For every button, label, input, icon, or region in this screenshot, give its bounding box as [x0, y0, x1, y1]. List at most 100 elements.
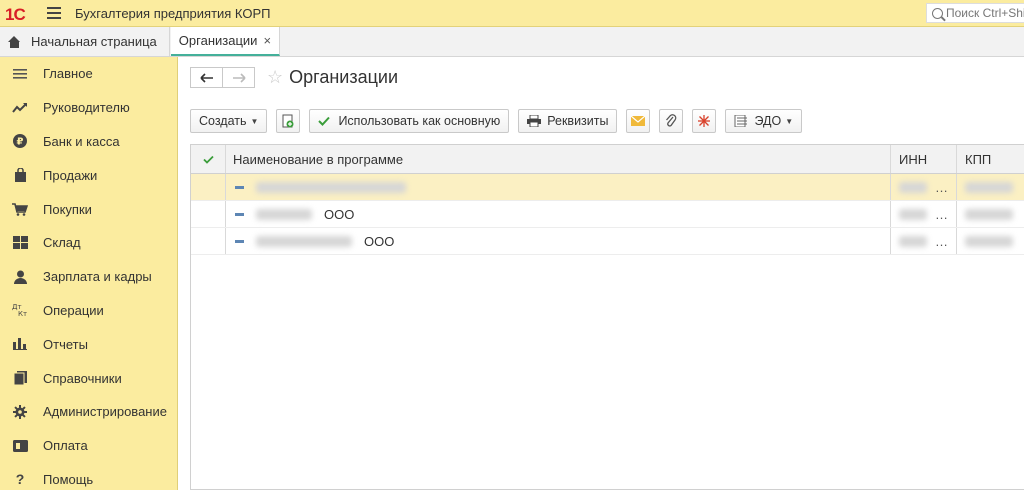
- sidebar-item-purchases[interactable]: Покупки: [0, 192, 177, 226]
- redacted-inn: [899, 181, 927, 193]
- organizations-table: Наименование в программе ИНН КПП … ООО ……: [190, 144, 1024, 490]
- sidebar-item-label: Банк и касса: [43, 133, 120, 149]
- forward-button[interactable]: [222, 67, 255, 88]
- sidebar-item-directories[interactable]: Справочники: [0, 361, 177, 395]
- sidebar-item-admin[interactable]: Администрирование: [0, 395, 177, 429]
- header-check-column[interactable]: [191, 145, 226, 173]
- back-button[interactable]: [190, 67, 223, 88]
- redacted-inn: [899, 208, 927, 220]
- printer-icon: [527, 115, 542, 127]
- inn-ellipsis: …: [935, 179, 948, 195]
- sidebar-item-sales[interactable]: Продажи: [0, 158, 177, 192]
- item-marker-icon: [235, 239, 244, 243]
- sidebar-item-payment[interactable]: Оплата: [0, 429, 177, 463]
- sidebar-item-label: Отчеты: [43, 336, 88, 352]
- inn-ellipsis: …: [935, 206, 948, 222]
- search-icon: [932, 7, 943, 19]
- use-as-main-button[interactable]: Использовать как основную: [309, 109, 510, 133]
- sidebar-item-main[interactable]: Главное: [0, 57, 177, 91]
- paperclip-icon: [666, 114, 677, 127]
- page-title: Организации: [289, 67, 399, 87]
- email-button[interactable]: [626, 109, 651, 133]
- redacted-name: [256, 235, 352, 247]
- sidebar-item-label: Продажи: [43, 167, 98, 183]
- tab-organizations-label: Организации: [178, 33, 258, 48]
- edo-label: ЭДО: [754, 114, 782, 128]
- add-document-icon: [282, 114, 294, 128]
- search-input[interactable]: Поиск Ctrl+Shift+F: [926, 3, 1024, 23]
- requisites-label: Реквизиты: [547, 114, 609, 128]
- svg-text:Кт: Кт: [18, 310, 27, 317]
- row-check-cell: [191, 201, 226, 227]
- table-row[interactable]: ООО …: [191, 228, 1024, 255]
- sidebar-item-salary[interactable]: Зарплата и кадры: [0, 260, 177, 294]
- row-name-cell: [226, 174, 891, 200]
- gear-icon: [12, 404, 28, 420]
- app-title: Бухгалтерия предприятия КОРП: [75, 5, 271, 21]
- sidebar-item-label: Руководителю: [43, 100, 130, 116]
- create-label: Создать: [199, 114, 247, 128]
- arrow-left-icon: [199, 72, 213, 83]
- ruble-icon: ₽: [12, 133, 28, 149]
- structure-icon: [698, 115, 711, 127]
- checkmark-icon: [318, 116, 331, 126]
- use-as-main-label: Использовать как основную: [338, 114, 501, 128]
- main-content: ☆ Организации Создать ▼ Использовать как…: [190, 57, 1024, 490]
- requisites-button[interactable]: Реквизиты: [518, 109, 618, 133]
- item-marker-icon: [235, 185, 244, 189]
- sidebar-item-label: Операции: [43, 302, 104, 318]
- sidebar-item-label: Оплата: [43, 438, 88, 454]
- payment-icon: [12, 438, 28, 454]
- header-kpp[interactable]: КПП: [957, 145, 1024, 173]
- favorite-star-icon[interactable]: ☆: [267, 67, 283, 88]
- sidebar-item-manager[interactable]: Руководителю: [0, 91, 177, 125]
- row-check-cell: [191, 228, 226, 254]
- sidebar-item-reports[interactable]: Отчеты: [0, 327, 177, 361]
- toolbar: Создать ▼ Использовать как основную Рекв…: [190, 109, 811, 133]
- header-name[interactable]: Наименование в программе: [226, 145, 891, 173]
- table-header: Наименование в программе ИНН КПП: [191, 145, 1024, 174]
- sidebar-item-bank[interactable]: ₽ Банк и касса: [0, 125, 177, 159]
- checkmark-icon: [202, 155, 214, 164]
- row-name-cell: ООО: [226, 228, 891, 254]
- tab-home-label: Начальная страница: [31, 34, 157, 49]
- redacted-inn: [899, 235, 927, 247]
- search-placeholder: Поиск Ctrl+Shift+F: [946, 6, 1024, 20]
- bag-icon: [12, 167, 28, 183]
- row-check-cell: [191, 174, 226, 200]
- inn-ellipsis: …: [935, 233, 948, 249]
- attach-button[interactable]: [659, 109, 684, 133]
- create-button[interactable]: Создать ▼: [190, 109, 268, 133]
- table-row[interactable]: ООО …: [191, 201, 1024, 228]
- redacted-kpp: [965, 235, 1013, 247]
- redacted-kpp: [965, 208, 1013, 220]
- tab-organizations[interactable]: Организации ×: [170, 27, 281, 56]
- warehouse-icon: [12, 235, 28, 251]
- row-kpp-cell: [957, 201, 1024, 227]
- top-bar: 1С Бухгалтерия предприятия КОРП Поиск Ct…: [0, 0, 1024, 27]
- arrow-right-icon: [232, 72, 246, 83]
- home-icon: [8, 35, 21, 48]
- tab-home[interactable]: Начальная страница: [0, 27, 170, 56]
- sidebar-item-label: Главное: [43, 66, 93, 82]
- sidebar-item-help[interactable]: ? Помощь: [0, 463, 177, 496]
- hamburger-menu-icon[interactable]: [47, 7, 61, 19]
- table-row[interactable]: …: [191, 174, 1024, 201]
- close-tab-icon[interactable]: ×: [263, 33, 271, 48]
- sidebar: Главное Руководителю ₽ Банк и касса Прод…: [0, 57, 178, 490]
- 1c-logo[interactable]: 1С: [5, 3, 37, 24]
- sidebar-item-label: Администрирование: [43, 404, 167, 420]
- debit-credit-icon: Дт Кт: [12, 302, 28, 318]
- edo-button[interactable]: ЭДО ▼: [725, 109, 803, 133]
- row-inn-cell: …: [891, 174, 957, 200]
- structure-button[interactable]: [692, 109, 717, 133]
- sidebar-item-label: Склад: [43, 235, 81, 251]
- tabs-bar: Начальная страница Организации ×: [0, 27, 1024, 57]
- sidebar-item-warehouse[interactable]: Склад: [0, 226, 177, 260]
- row-kpp-cell: [957, 228, 1024, 254]
- dropdown-caret-icon: ▼: [785, 116, 794, 126]
- sidebar-item-operations[interactable]: Дт Кт Операции: [0, 294, 177, 328]
- add-copy-button[interactable]: [276, 109, 301, 133]
- books-icon: [12, 370, 28, 386]
- header-inn[interactable]: ИНН: [891, 145, 957, 173]
